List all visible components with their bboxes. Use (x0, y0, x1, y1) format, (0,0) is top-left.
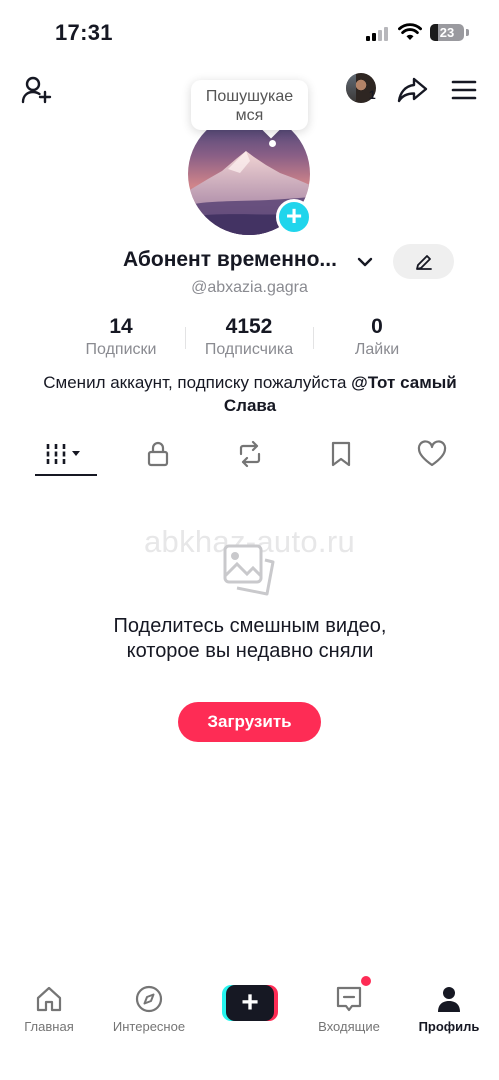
nav-discover[interactable]: Интересное (104, 982, 194, 1034)
profile-handle: @abxazia.gagra (191, 279, 308, 296)
share-icon (397, 77, 428, 103)
profile-bio: Сменил аккаунт, подписку пожалуйста @Тот… (40, 371, 460, 417)
stat-divider (313, 327, 314, 349)
create-icon: + (226, 985, 274, 1021)
upload-button[interactable]: Загрузить (178, 702, 321, 742)
profile-name[interactable]: Абонент временно... (123, 248, 337, 272)
lock-icon (147, 441, 169, 467)
nav-label: Главная (24, 1019, 74, 1034)
nav-label: Интересное (112, 1019, 186, 1034)
repost-icon (239, 440, 261, 468)
stat-value: 14 (109, 315, 133, 338)
profile-tabs (0, 434, 499, 476)
battery-cap (466, 29, 469, 36)
nav-label: Профиль (418, 1019, 480, 1034)
stat-value: 0 (371, 315, 383, 338)
stat-label: Лайки (354, 341, 400, 358)
tab-private[interactable] (127, 434, 189, 474)
photos-icon (223, 544, 275, 596)
bio-text: Сменил аккаунт, подписку пожалуйста (43, 373, 352, 392)
create-button[interactable]: + (222, 985, 278, 1021)
menu-button[interactable] (446, 72, 482, 108)
empty-state-title: Поделитесь смешным видео, которое вы нед… (113, 615, 387, 662)
stat-label: Подписчика (204, 341, 294, 358)
bookmark-icon (331, 441, 351, 467)
nav-profile[interactable]: Профиль (404, 982, 494, 1034)
nav-home[interactable]: Главная (4, 982, 94, 1034)
pencil-icon (415, 254, 432, 270)
grid-icon (46, 444, 80, 464)
nav-inbox[interactable]: Входящие (304, 982, 394, 1034)
following-count-badge: 1 (369, 88, 376, 102)
add-avatar-button[interactable]: + (276, 199, 312, 235)
menu-icon (451, 80, 477, 100)
battery-icon: 23 (430, 24, 464, 41)
tab-active-indicator (35, 474, 97, 476)
battery-level: 23 (439, 25, 455, 40)
status-bar: 17:31 23 (0, 0, 499, 64)
tab-reposts[interactable] (219, 434, 281, 474)
stat-likes[interactable]: 0 Лайки (317, 316, 437, 360)
tooltip-dot (269, 140, 276, 147)
edit-profile-button[interactable] (393, 244, 454, 279)
add-user-button[interactable] (18, 72, 54, 108)
stat-divider (185, 327, 186, 349)
share-button[interactable] (394, 72, 430, 108)
tab-liked[interactable] (401, 434, 463, 474)
wifi-icon (398, 23, 422, 40)
heart-icon (417, 440, 447, 467)
compass-icon (135, 985, 163, 1013)
signal-icon (366, 27, 392, 41)
inbox-notification-dot (361, 976, 371, 986)
inbox-icon (336, 986, 362, 1012)
tab-favorites[interactable] (310, 434, 372, 474)
stat-following[interactable]: 14 Подписки (61, 316, 181, 360)
profile-icon (438, 987, 460, 1012)
add-user-icon (21, 76, 52, 104)
tooltip: Пошушукае мся (191, 80, 308, 130)
stat-followers[interactable]: 4152 Подписчика (189, 316, 309, 360)
home-icon (36, 986, 62, 1012)
stat-label: Подписки (85, 341, 157, 358)
status-time: 17:31 (55, 20, 113, 45)
stat-value: 4152 (225, 315, 273, 338)
chevron-down-icon[interactable] (355, 252, 375, 272)
tab-videos[interactable] (35, 434, 97, 474)
nav-label: Входящие (318, 1019, 380, 1034)
